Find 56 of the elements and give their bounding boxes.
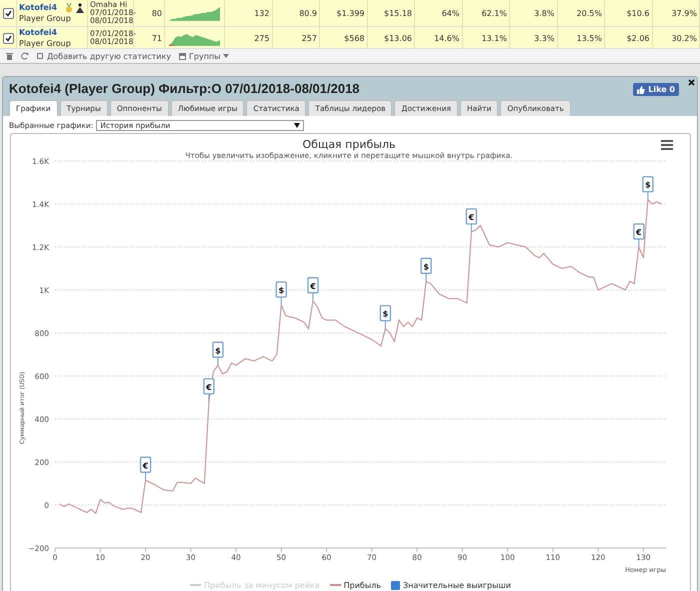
table-cell: 37.9% xyxy=(672,8,697,18)
sparkline xyxy=(169,5,220,21)
table-cell: $568 xyxy=(344,34,364,42)
annotation: $ xyxy=(645,180,652,190)
figure-icon xyxy=(75,3,85,13)
table-cell: 80 xyxy=(152,8,162,18)
player-name-link[interactable]: Kotofei4 xyxy=(19,28,58,37)
table-cell: 20.5% xyxy=(576,8,602,18)
table-cell: $13.06 xyxy=(384,34,412,42)
table-cell: 62.1% xyxy=(482,8,507,18)
add-stat-button[interactable]: Добавить другую статистику xyxy=(37,52,172,60)
annotation: € xyxy=(635,228,642,237)
table-cell: 13.1% xyxy=(482,34,507,42)
checkbox[interactable] xyxy=(2,32,14,44)
checkbox[interactable] xyxy=(2,8,14,18)
annotation: $ xyxy=(382,310,389,319)
refresh-icon[interactable] xyxy=(21,52,29,60)
table-cell: $10.6 xyxy=(626,8,650,18)
groups-button[interactable]: Группы xyxy=(179,52,230,60)
annotation: $ xyxy=(278,286,285,296)
legend-item[interactable]: Прибыль xyxy=(330,580,382,590)
table-cell: 275 xyxy=(254,34,270,42)
caret-icon xyxy=(223,54,230,58)
player-group: Player Group xyxy=(19,39,71,48)
annotation: $ xyxy=(423,262,430,272)
player-name-link[interactable]: Kotofei4 xyxy=(19,3,58,12)
table-cell: 71 xyxy=(152,34,162,42)
table-cell: 3.3% xyxy=(534,34,554,42)
close-icon[interactable] xyxy=(688,79,695,86)
annotation: € xyxy=(205,382,212,392)
chart-title: Общая прибыль xyxy=(302,138,396,151)
legend-item[interactable]: Значительные выигрыши xyxy=(391,580,511,590)
table-cell: 64% xyxy=(442,8,460,18)
add-icon xyxy=(37,52,44,60)
player-group: Player Group xyxy=(19,14,71,23)
like-button[interactable]: Like 0 xyxy=(633,83,679,96)
table-cell: 3.8% xyxy=(534,8,554,18)
panel-title: Kotofei4 (Player Group) Фильтр:О 07/01/2018-08/01/2018 xyxy=(9,81,360,98)
table-cell: 132 xyxy=(254,8,270,18)
table-cell: $15.18 xyxy=(384,8,412,18)
table-cell: 14.6% xyxy=(434,34,460,42)
annotation: € xyxy=(309,282,316,291)
annotation: € xyxy=(142,461,149,470)
table-cell: 30.2% xyxy=(672,34,697,42)
menu-icon[interactable] xyxy=(661,140,673,150)
table-cell: $2.06 xyxy=(626,34,650,42)
table-cell: 80.9 xyxy=(299,8,317,18)
thumbs-up-icon xyxy=(637,86,646,94)
table-cell: 257 xyxy=(302,34,317,42)
caret-icon xyxy=(294,123,300,128)
annotation: $ xyxy=(215,346,222,356)
window-icon xyxy=(179,52,186,60)
annotation: € xyxy=(468,212,475,222)
trash-icon[interactable] xyxy=(6,52,13,60)
table-cell: $1.399 xyxy=(336,8,364,18)
table-cell: 13.5% xyxy=(576,34,602,42)
